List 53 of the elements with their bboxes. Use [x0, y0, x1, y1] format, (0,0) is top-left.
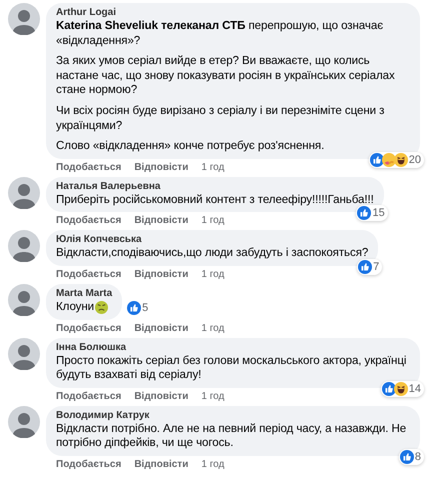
- timestamp: 1 год: [201, 458, 224, 472]
- laugh-reaction-icon: [394, 152, 408, 167]
- like-reaction-icon: [357, 206, 372, 220]
- like-reaction-icon: [382, 382, 396, 396]
- like-reaction-icon: [370, 152, 384, 167]
- avatar[interactable]: [8, 3, 40, 35]
- comment-text: Просто покажіть серіал без голови москальського актора, українці будуть взахваті від серіалу!: [56, 354, 408, 383]
- reaction-count[interactable]: 20: [368, 152, 424, 168]
- timestamp: 1 год: [201, 390, 224, 404]
- like-link[interactable]: Подобається: [56, 162, 122, 176]
- reply-link[interactable]: Відповісти: [134, 162, 188, 176]
- comment-text: Приберіть російськомовний контент з телеефіру!!!!!Ганьба!!!: [56, 192, 374, 208]
- reaction-count[interactable]: 8: [398, 448, 424, 465]
- avatar[interactable]: [8, 284, 40, 316]
- comment-text: Чи всіх росіян буде вирізано з серіалу і ви перезніміте сцени з українцями?: [56, 104, 386, 134]
- reaction-count[interactable]: 14: [380, 380, 424, 397]
- avatar[interactable]: [8, 230, 40, 262]
- author-name[interactable]: Marta Marta: [56, 288, 112, 299]
- like-link[interactable]: Подобається: [56, 390, 122, 405]
- reply-link[interactable]: Відповісти: [134, 215, 188, 230]
- timestamp: 1 год: [201, 162, 224, 175]
- like-link[interactable]: Подобається: [56, 215, 122, 230]
- like-link[interactable]: Подобається: [56, 322, 122, 337]
- reaction-count[interactable]: 15: [356, 205, 388, 222]
- comment-text: Слово «відкладення» конче потребує роз'яснення.: [56, 139, 326, 154]
- timestamp: 1 год: [201, 215, 224, 228]
- hug-reaction-icon: [382, 152, 396, 167]
- like-reaction-icon: [127, 300, 142, 315]
- reply-link[interactable]: Відповісти: [134, 390, 188, 405]
- author-name[interactable]: Інна Болюшка: [56, 342, 410, 353]
- reply-link[interactable]: Відповісти: [134, 268, 188, 283]
- author-name[interactable]: Arthur Logai: [56, 7, 410, 18]
- author-name[interactable]: Юлія Копчевська: [56, 234, 368, 246]
- reply-link[interactable]: Відповісти: [134, 458, 188, 473]
- like-link[interactable]: Подобається: [56, 458, 122, 473]
- avatar[interactable]: [8, 406, 40, 438]
- comment-text: Відкласти потрібно. Але не на певний період часу, а назавжди. Не потрібно діпфейків, чи ще чогось.: [56, 422, 408, 451]
- like-reaction-icon: [400, 450, 414, 464]
- like-link[interactable]: Подобається: [56, 268, 122, 283]
- comment-text: Katerina Sheveliuk телеканал СТБ перепрошую, що означає «відкладення»?: [56, 19, 384, 48]
- author-name[interactable]: Володимир Катрук: [56, 410, 410, 421]
- like-reaction-icon: [358, 260, 372, 274]
- author-name[interactable]: Наталья Валерьевна: [56, 180, 374, 192]
- comment-text: Клоуни: [56, 300, 94, 315]
- reply-link[interactable]: Відповісти: [134, 322, 188, 337]
- avatar[interactable]: [8, 338, 40, 370]
- comment-text: Відкласти,сподіваючись,що люди забудуть і заспокояться?: [56, 246, 368, 261]
- reaction-count[interactable]: 7: [357, 258, 382, 275]
- timestamp: 1 год: [201, 322, 224, 336]
- laugh-reaction-icon: [394, 382, 408, 396]
- timestamp: 1 год: [201, 268, 224, 282]
- comment-text: За яких умов серіал вийде в етер? Ви вважаєте, що колись настане час, що знову показувати росіян в українських серіалах стане нормою?: [56, 54, 396, 98]
- avatar[interactable]: [8, 176, 40, 209]
